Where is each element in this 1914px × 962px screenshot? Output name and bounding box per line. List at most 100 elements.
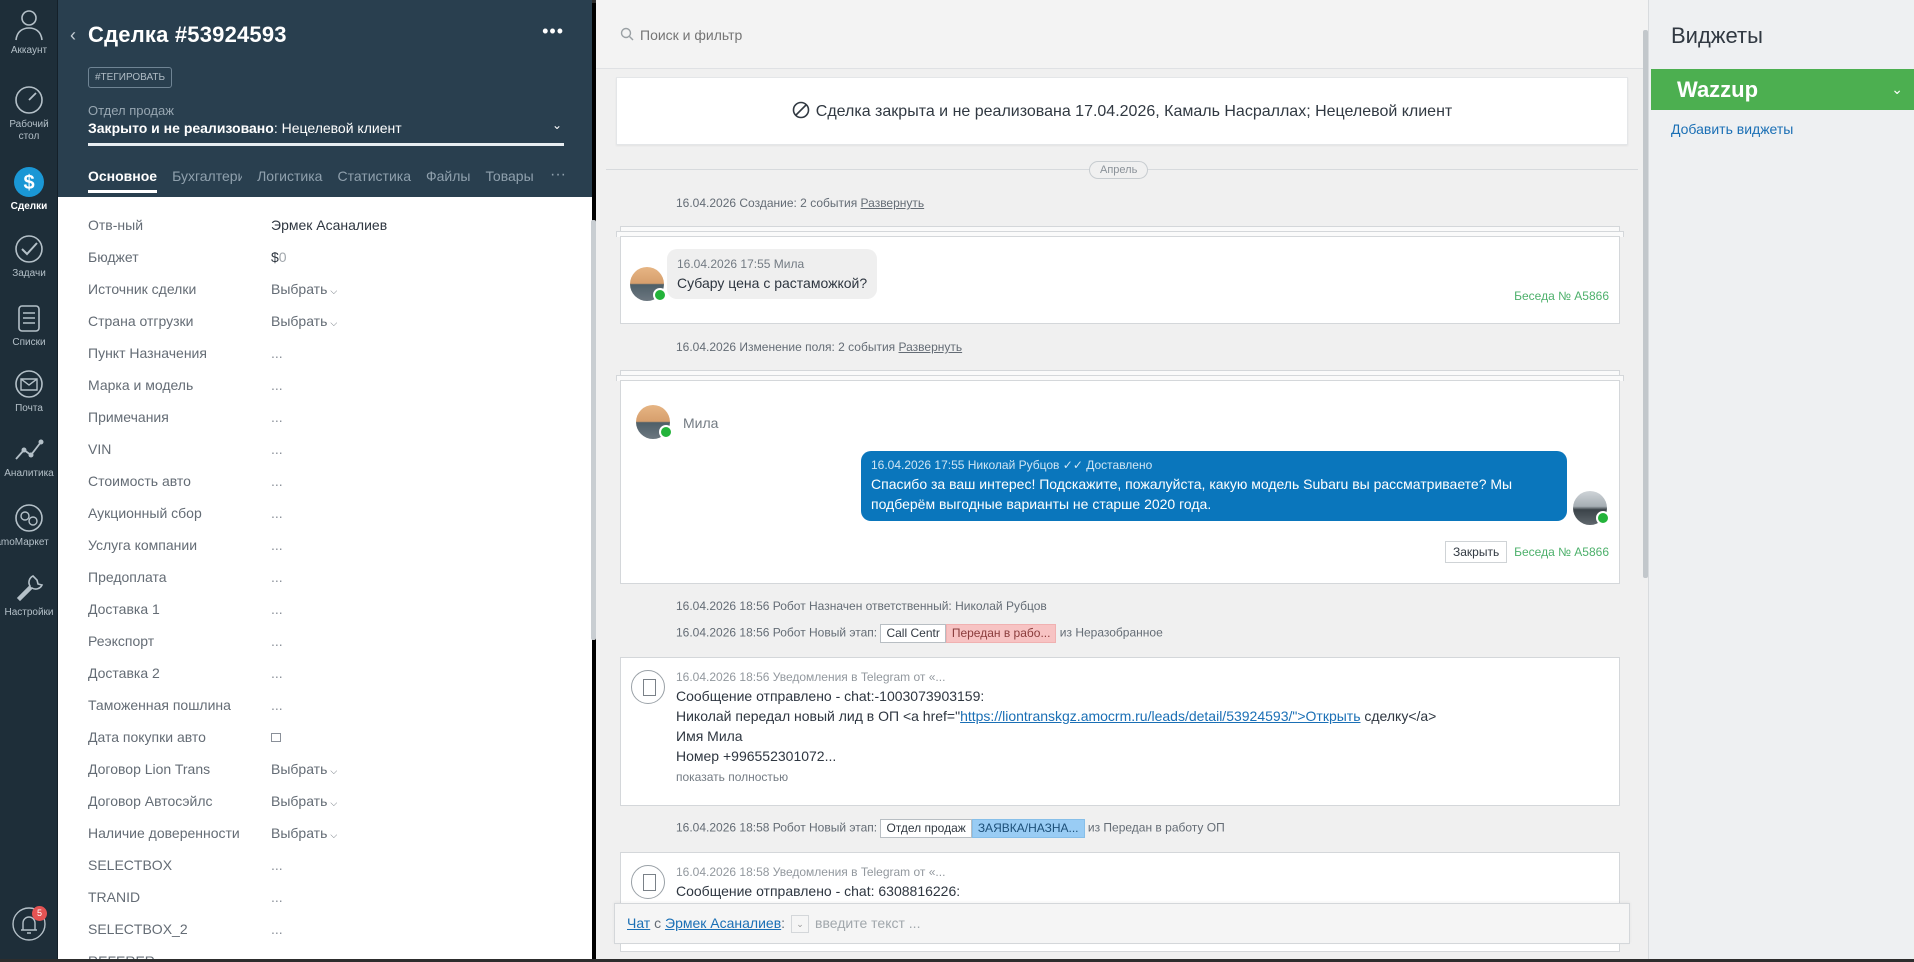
field-name: Страна отгрузки bbox=[88, 313, 194, 329]
pipeline-status-select[interactable]: Закрыто и не реализовано: Нецелевой клие… bbox=[88, 120, 402, 136]
field-value-text: Выбрать bbox=[271, 761, 328, 777]
pipeline-chip: Call Centr bbox=[880, 624, 946, 643]
notification-meta: 16.04.2026 18:58 Уведомления в Telegram … bbox=[676, 865, 946, 879]
add-widgets-link[interactable]: Добавить виджеты bbox=[1671, 121, 1793, 137]
chevron-down-icon[interactable]: ⌄ bbox=[552, 118, 562, 132]
field-value-text: ... bbox=[271, 537, 283, 553]
double-check-icon: ✓✓ bbox=[1062, 458, 1083, 472]
field-value[interactable]: ... bbox=[271, 537, 283, 553]
field-value[interactable] bbox=[271, 729, 281, 745]
field-value[interactable]: ... bbox=[271, 377, 283, 393]
robot-stage-suffix: из Передан в работу ОП bbox=[1087, 820, 1225, 835]
field-value[interactable]: ... bbox=[271, 889, 283, 905]
expand-link[interactable]: Развернуть bbox=[899, 340, 963, 354]
nav-item-deals[interactable]: $ Сделки bbox=[0, 166, 58, 213]
user-icon bbox=[15, 10, 43, 41]
more-options-icon[interactable]: ••• bbox=[542, 21, 564, 42]
field-value[interactable]: Выбрать ⌵ bbox=[271, 793, 337, 809]
field-value[interactable]: ... bbox=[271, 633, 283, 649]
notification-line: Имя Мила bbox=[676, 728, 743, 744]
nav-item-dashboard[interactable]: Рабочий стол bbox=[0, 84, 58, 143]
field-value[interactable]: ... bbox=[271, 409, 283, 425]
robot-stage-note: 16.04.2026 18:56 Робот Новый этап: Call … bbox=[676, 624, 1163, 643]
field-value[interactable]: $0 bbox=[271, 249, 287, 265]
pipeline-chip: Отдел продаж bbox=[880, 819, 972, 838]
robot-stage-prefix: 16.04.2026 18:56 Робот Новый этап: bbox=[676, 625, 878, 640]
chat-input[interactable]: введите текст ... bbox=[815, 915, 920, 931]
close-conversation-button[interactable]: Закрыть bbox=[1445, 541, 1508, 563]
tab-logistics[interactable]: Логистика bbox=[257, 168, 322, 190]
tab-files[interactable]: Файлы bbox=[426, 168, 470, 190]
field-name: Доставка 1 bbox=[88, 601, 160, 617]
deal-tabs: Основное Бухгалтерия Логистика Статистика Фа… bbox=[88, 168, 549, 193]
nav-item-lists[interactable]: Списки bbox=[0, 302, 58, 349]
field-row: Наличие доверенности Выбрать ⌵ bbox=[58, 818, 592, 850]
expand-link[interactable]: Развернуть bbox=[861, 196, 925, 210]
conversation-link[interactable]: Беседа № A5866 bbox=[1514, 289, 1609, 303]
month-label: Апрель bbox=[1089, 161, 1149, 179]
chat-type-link[interactable]: Чат bbox=[627, 915, 650, 931]
back-arrow-icon[interactable]: ‹ bbox=[70, 25, 76, 45]
field-value-text: ... bbox=[271, 441, 283, 457]
field-value[interactable]: Эрмек Асаналиев bbox=[271, 217, 387, 233]
calendar-icon[interactable] bbox=[271, 733, 281, 742]
wazzup-widget[interactable]: Wazzup ⌄ bbox=[1651, 69, 1914, 110]
nav-item-analytics[interactable]: Аналитика bbox=[0, 433, 58, 480]
message-meta: 16.04.2026 17:55 Николай Рубцов bbox=[871, 458, 1060, 472]
field-value[interactable]: ... bbox=[271, 505, 283, 521]
chevron-down-icon[interactable]: ⌄ bbox=[791, 915, 810, 934]
analytics-icon bbox=[15, 439, 44, 460]
tag-button[interactable]: #ТЕГИРОВАТЬ bbox=[88, 67, 173, 88]
deal-title[interactable]: Сделка #53924593 bbox=[88, 22, 287, 48]
field-value-text: Выбрать bbox=[271, 793, 328, 809]
field-value[interactable]: Выбрать ⌵ bbox=[271, 761, 337, 777]
field-name: Предоплата bbox=[88, 569, 167, 585]
nav-label: Списки bbox=[12, 337, 46, 348]
conversation-link[interactable]: Беседа № A5866 bbox=[1514, 545, 1609, 559]
field-value[interactable]: Выбрать ⌵ bbox=[271, 825, 337, 841]
field-name: VIN bbox=[88, 441, 112, 457]
tab-statistics[interactable]: Статистика bbox=[337, 168, 411, 190]
show-full-link[interactable]: показать полностью bbox=[676, 770, 1605, 784]
field-value[interactable]: ... bbox=[271, 697, 283, 713]
field-value[interactable]: ... bbox=[271, 441, 283, 457]
nav-item-tasks[interactable]: Задачи bbox=[0, 233, 58, 280]
field-value[interactable]: ... bbox=[271, 665, 283, 681]
nav-item-account[interactable]: Аккаунт bbox=[0, 6, 58, 57]
notification-line: Николай передал новый лид в ОП <a href="… bbox=[676, 706, 1605, 726]
nav-item-market[interactable]: amoМаркет bbox=[0, 502, 58, 549]
nav-label: Аналитика bbox=[4, 468, 54, 479]
nav-item-mail[interactable]: Почта bbox=[0, 368, 58, 415]
robot-stage-suffix: из Неразобранное bbox=[1059, 625, 1163, 640]
field-value-text: $ bbox=[271, 249, 279, 265]
field-value[interactable]: ... bbox=[271, 921, 283, 937]
nav-item-settings[interactable]: Настройки bbox=[0, 572, 58, 619]
tab-accounting[interactable]: Бухгалтерия bbox=[172, 168, 242, 190]
chat-composer: Чат с Эрмек Асаналиев: ⌄ введите текст ... bbox=[614, 903, 1630, 944]
field-value[interactable]: ... bbox=[271, 569, 283, 585]
field-name: Пункт Назначения bbox=[88, 345, 207, 361]
field-value[interactable]: ... bbox=[271, 345, 283, 361]
deal-fields: Отв-ный Эрмек Асаналиев Бюджет $0 Источник с… bbox=[58, 210, 592, 962]
nav-label: Аккаунт bbox=[10, 45, 48, 56]
field-name: Наличие доверенности bbox=[88, 825, 240, 841]
field-row: Дата покупки авто bbox=[58, 722, 592, 754]
field-value[interactable]: Выбрать ⌵ bbox=[271, 313, 337, 329]
more-tabs-icon[interactable]: ··· bbox=[550, 166, 566, 184]
field-value[interactable]: ... bbox=[271, 857, 283, 873]
main-nav: Аккаунт Рабочий стол $ Сделки Задачи Спи… bbox=[0, 0, 58, 962]
whatsapp-icon bbox=[659, 425, 673, 439]
tab-products[interactable]: Товары bbox=[485, 168, 533, 190]
event-group-note: 16.04.2026 Создание: 2 события Развернут… bbox=[676, 196, 924, 210]
tab-main[interactable]: Основное bbox=[88, 168, 158, 193]
chat-recipient-link[interactable]: Эрмек Асаналиев bbox=[665, 915, 781, 931]
field-value[interactable]: ... bbox=[271, 601, 283, 617]
search-input[interactable] bbox=[640, 24, 1240, 46]
whatsapp-icon bbox=[653, 288, 667, 302]
field-value[interactable]: ... bbox=[271, 473, 283, 489]
notifications-button[interactable]: 5 bbox=[0, 906, 58, 945]
chat-colon: : bbox=[781, 915, 786, 931]
chevron-down-icon[interactable]: ⌄ bbox=[1891, 69, 1903, 110]
field-value[interactable]: Выбрать ⌵ bbox=[271, 281, 337, 297]
deal-link[interactable]: https://liontranskgz.amocrm.ru/leads/det… bbox=[960, 708, 1360, 724]
